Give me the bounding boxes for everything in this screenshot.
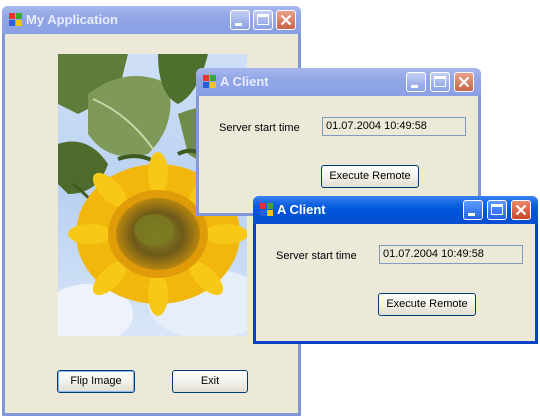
minimize-button[interactable] bbox=[463, 200, 483, 220]
minimize-button[interactable] bbox=[230, 10, 250, 30]
maximize-button[interactable] bbox=[487, 200, 507, 220]
window-title: A Client bbox=[277, 202, 326, 217]
server-start-time-field[interactable]: 01.07.2004 10:49:58 bbox=[322, 117, 466, 136]
maximize-icon bbox=[434, 76, 446, 87]
client-window-2: A Client Server start time 01.07.2004 10… bbox=[253, 196, 538, 344]
flip-image-button[interactable]: Flip Image bbox=[57, 370, 135, 393]
execute-remote-button[interactable]: Execute Remote bbox=[321, 165, 419, 188]
maximize-icon bbox=[491, 204, 503, 215]
close-icon bbox=[280, 14, 292, 26]
client-window-1: A Client Server start time 01.07.2004 10… bbox=[196, 68, 481, 216]
close-icon bbox=[515, 204, 527, 216]
minimize-icon bbox=[411, 85, 418, 88]
maximize-button[interactable] bbox=[253, 10, 273, 30]
maximize-button[interactable] bbox=[430, 72, 450, 92]
minimize-icon bbox=[468, 213, 475, 216]
client-1-titlebar[interactable]: A Client bbox=[196, 68, 481, 96]
app-icon bbox=[203, 75, 216, 88]
window-title: A Client bbox=[220, 74, 269, 89]
server-start-time-label: Server start time bbox=[219, 122, 300, 134]
server-start-time-label: Server start time bbox=[276, 250, 357, 262]
exit-button[interactable]: Exit bbox=[172, 370, 248, 393]
client-2-body: Server start time 01.07.2004 10:49:58 Ex… bbox=[256, 224, 535, 341]
execute-remote-button[interactable]: Execute Remote bbox=[378, 293, 476, 316]
client-2-titlebar[interactable]: A Client bbox=[253, 196, 538, 224]
server-start-time-field[interactable]: 01.07.2004 10:49:58 bbox=[379, 245, 523, 264]
app-icon bbox=[9, 13, 22, 26]
close-button[interactable] bbox=[511, 200, 531, 220]
maximize-icon bbox=[257, 14, 269, 25]
close-icon bbox=[458, 76, 470, 88]
main-titlebar[interactable]: My Application bbox=[2, 6, 301, 34]
close-button[interactable] bbox=[454, 72, 474, 92]
window-title: My Application bbox=[26, 12, 118, 27]
app-icon bbox=[260, 203, 273, 216]
minimize-icon bbox=[235, 23, 242, 26]
minimize-button[interactable] bbox=[406, 72, 426, 92]
close-button[interactable] bbox=[276, 10, 296, 30]
